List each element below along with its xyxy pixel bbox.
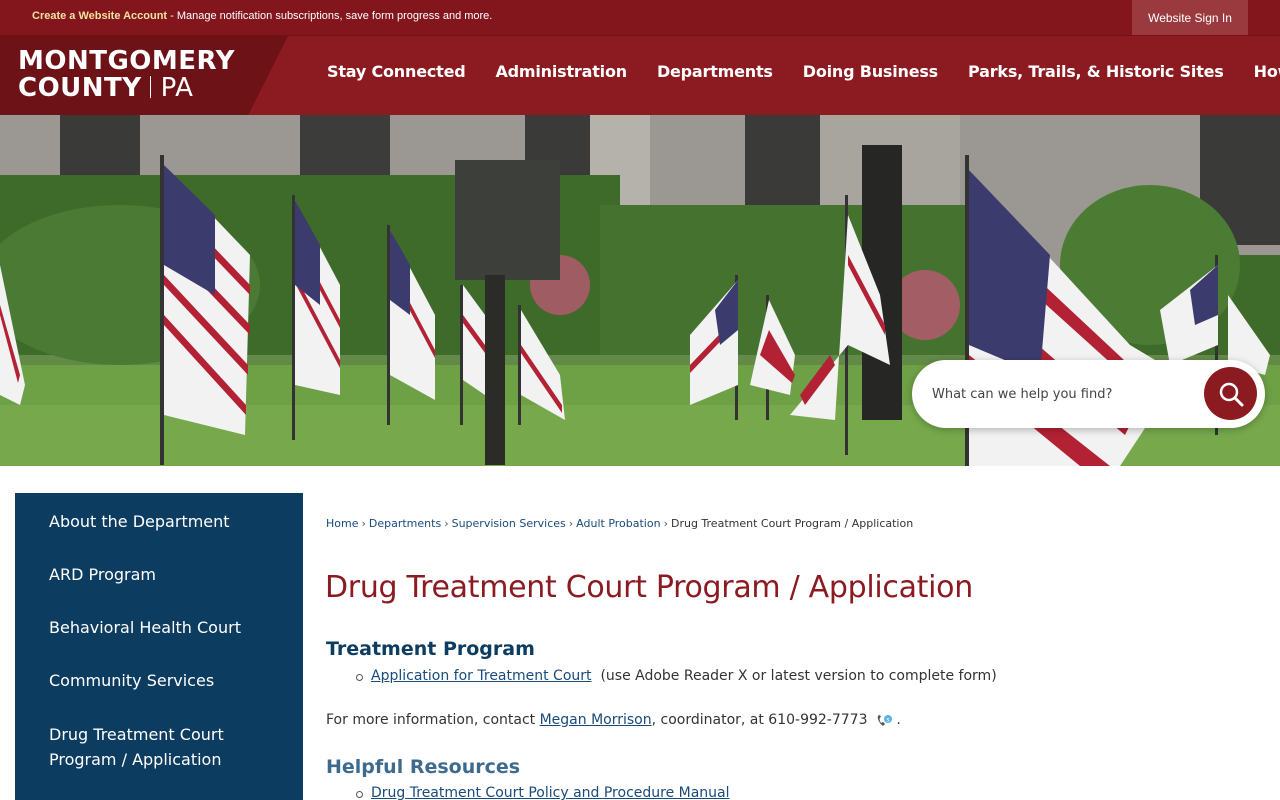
search-button[interactable] (1204, 367, 1257, 420)
sidebar-item-behavioral-health-court[interactable]: Behavioral Health Court (49, 615, 289, 640)
breadcrumb-separator: › (444, 517, 449, 530)
contact-suffix: , coordinator, at 610-992-7773 (651, 712, 868, 728)
logo-line-2: COUNTY PA (18, 75, 235, 102)
county-logo[interactable]: MONTGOMERY COUNTY PA (18, 48, 235, 102)
section-heading-helpful-resources: Helpful Resources (326, 756, 521, 778)
breadcrumb-separator: › (568, 517, 574, 530)
list-item: Application for Treatment Court (use Ado… (356, 668, 997, 684)
logo-line-1: MONTGOMERY (18, 46, 235, 76)
sidebar-item-about[interactable]: About the Department (49, 509, 289, 534)
breadcrumb-adult-probation[interactable]: Adult Probation (576, 517, 660, 530)
breadcrumb-departments[interactable]: Departments (369, 517, 441, 530)
nav-how-do-i[interactable]: How Do I? (1239, 62, 1280, 81)
website-sign-in-button[interactable]: Website Sign In (1132, 0, 1248, 35)
application-link[interactable]: Application for Treatment Court (371, 668, 592, 684)
sidebar-item-community-services[interactable]: Community Services (49, 668, 289, 693)
sidebar-item-ard-program[interactable]: ARD Program (49, 562, 289, 587)
nav-doing-business[interactable]: Doing Business (788, 62, 953, 81)
breadcrumb-current: Drug Treatment Court Program / Applicati… (670, 517, 914, 530)
search-input[interactable] (932, 380, 1192, 408)
application-note: (use Adobe Reader X or latest version to… (600, 668, 997, 684)
account-notice: Create a Website Account - Manage notifi… (32, 10, 492, 22)
site-header: MONTGOMERY COUNTY PA Stay Connected Admin… (0, 35, 1280, 116)
sidebar-nav: About the Department ARD Program Behavio… (15, 493, 303, 800)
section-heading-treatment-program: Treatment Program (326, 638, 535, 660)
list-item: Drug Treatment Court Policy and Procedur… (356, 785, 730, 800)
account-notice-text: - Manage notification subscriptions, sav… (167, 10, 493, 22)
utility-bar: Create a Website Account - Manage notifi… (0, 0, 1280, 35)
contact-name-link[interactable]: Megan Morrison (540, 712, 652, 728)
page-title: Drug Treatment Court Program / Applicati… (325, 570, 973, 605)
contact-prefix: For more information, contact (326, 712, 540, 728)
phone-icon[interactable]: s (876, 714, 892, 728)
breadcrumb-separator: › (361, 517, 366, 530)
breadcrumb-supervision-services[interactable]: Supervision Services (452, 517, 566, 530)
nav-administration[interactable]: Administration (480, 62, 641, 81)
logo-divider (149, 76, 151, 98)
contact-info: For more information, contact Megan Morr… (326, 712, 901, 728)
nav-departments[interactable]: Departments (642, 62, 788, 81)
policy-manual-link[interactable]: Drug Treatment Court Policy and Procedur… (371, 785, 730, 800)
nav-stay-connected[interactable]: Stay Connected (312, 62, 480, 81)
nav-parks-trails[interactable]: Parks, Trails, & Historic Sites (953, 62, 1239, 81)
create-account-link[interactable]: Create a Website Account (32, 10, 167, 22)
svg-text:s: s (886, 717, 889, 724)
logo-state: PA (160, 73, 194, 103)
sidebar-item-drug-treatment-court[interactable]: Drug Treatment Court Program / Applicati… (49, 722, 249, 772)
contact-end: . (896, 712, 901, 728)
breadcrumb: Home › Departments › Supervision Services › Ad… (326, 517, 913, 530)
breadcrumb-separator: › (663, 517, 668, 530)
breadcrumb-home[interactable]: Home (326, 517, 358, 530)
search-icon (1219, 382, 1243, 406)
main-nav: Stay Connected Administration Department… (312, 62, 1280, 81)
logo-county: COUNTY (18, 73, 142, 103)
